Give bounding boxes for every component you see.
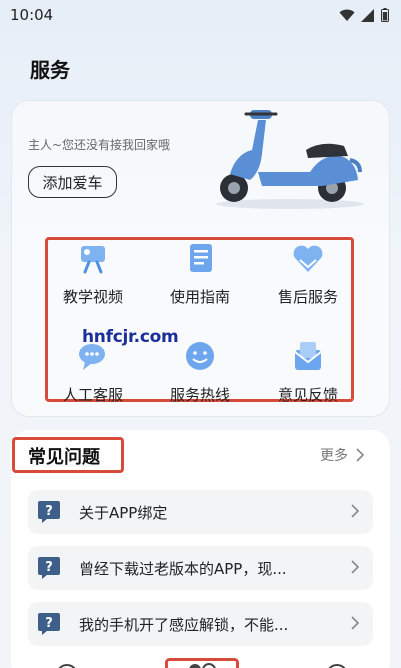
service-label: 意见反馈: [277, 386, 338, 404]
service-item-user-guide[interactable]: 使用指南: [147, 238, 253, 318]
page-title: 服务: [30, 58, 70, 82]
battery-icon: [381, 8, 389, 22]
faq-item[interactable]: ? 关于APP绑定: [28, 490, 373, 534]
video-icon: [81, 246, 105, 274]
heart-service-icon: [293, 245, 323, 272]
status-bar: 10:04: [0, 0, 401, 30]
service-label: 教学视频: [62, 288, 123, 306]
service-label: 人工客服: [62, 386, 123, 404]
question-icon: ?: [38, 613, 60, 635]
faq-more-link[interactable]: 更多: [320, 445, 364, 465]
service-item-after-sales[interactable]: 售后服务: [255, 238, 361, 318]
svg-text:?: ?: [45, 560, 53, 575]
service-item-hotline[interactable]: 服务热线: [147, 336, 253, 416]
faq-item[interactable]: ? 我的手机开了感应解锁，不能...: [28, 602, 373, 646]
signal-icon: [361, 8, 374, 22]
smile-hotline-icon: [186, 342, 214, 370]
wifi-icon: [339, 9, 355, 21]
chevron-right-icon: [351, 504, 359, 518]
guide-book-icon: [190, 244, 212, 272]
svg-text:?: ?: [45, 616, 53, 631]
vehicle-prompt-text: 主人~您还没有接我回家哦: [28, 138, 171, 152]
service-label: 服务热线: [169, 386, 230, 404]
chevron-right-icon: [351, 616, 359, 630]
question-icon: ?: [38, 501, 60, 523]
add-vehicle-button[interactable]: 添加爱车: [28, 166, 117, 198]
chevron-right-icon: [356, 448, 364, 462]
faq-question: 我的手机开了感应解锁，不能...: [79, 615, 289, 634]
service-label: 使用指南: [169, 288, 230, 306]
feedback-envelope-icon: [294, 342, 322, 370]
service-item-feedback[interactable]: 意见反馈: [255, 336, 361, 416]
tab-profile-icon[interactable]: [325, 663, 349, 668]
tab-service-icon[interactable]: [165, 658, 239, 668]
faq-question: 曾经下载过老版本的APP，现...: [79, 559, 287, 578]
question-icon: ?: [38, 557, 60, 579]
watermark-text: hnfcjr.com: [82, 327, 179, 347]
service-item-tutorial-video[interactable]: 教学视频: [40, 238, 146, 318]
scooter-image: [216, 110, 364, 209]
service-label: 售后服务: [277, 288, 338, 306]
bottom-tab-bar: [0, 656, 401, 668]
tab-home-icon[interactable]: [55, 663, 79, 668]
svg-text:?: ?: [45, 504, 53, 519]
service-item-customer-service[interactable]: 人工客服: [40, 336, 146, 416]
chevron-right-icon: [351, 560, 359, 574]
faq-item[interactable]: ? 曾经下载过老版本的APP，现...: [28, 546, 373, 590]
more-label: 更多: [320, 448, 348, 464]
status-time: 10:04: [10, 6, 54, 24]
faq-title: 常见问题: [28, 447, 100, 468]
status-icons: [339, 8, 389, 22]
faq-question: 关于APP绑定: [79, 503, 168, 522]
